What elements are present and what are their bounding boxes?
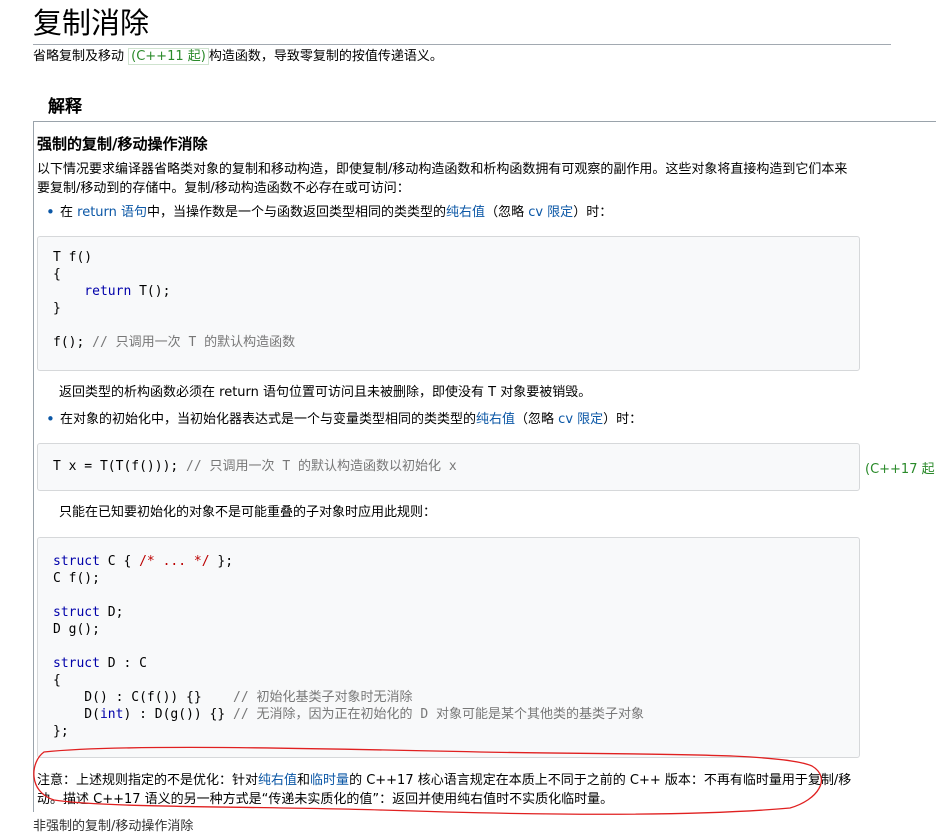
bottom-note-text-b: 和 xyxy=(297,773,311,788)
code3-l10-comment: // 无消除，因为正在初始化的 D 对象可能是某个其他类的基类子对象 xyxy=(233,707,644,722)
note-not-optimization: 注意：上述规则指定的不是优化：针对纯右值和临时量的 C++17 核心语言规定在本… xyxy=(37,771,857,809)
link-prvalue[interactable]: 纯右值 xyxy=(446,205,485,220)
page-title: 复制消除 xyxy=(33,4,891,45)
code3-l7-rest: D : C xyxy=(99,656,147,671)
code3-l7-keyword: struct xyxy=(53,656,100,671)
code3-l8: { xyxy=(53,673,61,688)
code1-line5-comment: // 只调用一次 T 的默认构造函数 xyxy=(84,335,296,350)
code2-comment: // 只调用一次 T 的默认构造函数以初始化 x xyxy=(178,459,457,474)
code1-line2: { xyxy=(53,267,61,282)
bullet-initialization: 在对象的初始化中，当初始化器表达式是一个与变量类型相同的类类型的纯右值（忽略 c… xyxy=(46,410,643,429)
code2-code: T x = T(T(f())); xyxy=(53,459,179,474)
code3-l1-comment: /* ... */ xyxy=(139,554,210,569)
code1-line3-rest: T(); xyxy=(131,284,171,299)
intro-paragraph: 以下情况要求编译器省略类对象的复制和移动构造，即使复制/移动构造函数和析构函数拥… xyxy=(37,162,848,196)
note-overlapping-subobject: 只能在已知要初始化的对象不是可能重叠的子对象时应用此规则： xyxy=(59,505,437,520)
bullet1-text-c: （忽略 xyxy=(485,205,529,220)
bullet1-text-b: 中，当操作数是一个与函数返回类型相同的类类型的 xyxy=(147,205,447,220)
code1-line1: T f() xyxy=(53,250,93,265)
cpp17-tag[interactable]: (C++17 起 xyxy=(865,458,935,477)
link-cv-qualifier-2[interactable]: cv 限定 xyxy=(558,412,603,427)
code3-l1-name: C { xyxy=(99,554,140,569)
bullet1-text-a: 在 xyxy=(60,205,78,220)
code3-l10-c: ) : D(g()) {} xyxy=(123,707,234,722)
bottom-note-text-a: 注意：上述规则指定的不是优化：针对 xyxy=(37,773,259,788)
code3-l10-a: D( xyxy=(53,707,100,722)
code-block-return[interactable]: T f() { return T(); } f(); // 只调用一次 T 的默… xyxy=(37,236,860,371)
link-temporary[interactable]: 临时量 xyxy=(310,773,349,788)
code3-l11: }; xyxy=(53,724,69,739)
code3-l4-keyword: struct xyxy=(53,605,100,620)
subtitle-text-before: 省略复制及移动 xyxy=(33,49,129,64)
heading-mandatory-elision: 强制的复制/移动操作消除 xyxy=(37,135,208,153)
code3-l1-keyword: struct xyxy=(53,554,100,569)
bullet2-text-c: ）时： xyxy=(603,412,643,427)
code1-line5-code: f(); xyxy=(53,335,85,350)
code3-l9-code: D() : C(f()) {} xyxy=(53,690,234,705)
bullet1-text-d: ）时： xyxy=(573,205,613,220)
link-prvalue-3[interactable]: 纯右值 xyxy=(258,773,297,788)
code3-l10-int: int xyxy=(99,707,124,722)
subtitle-text-after: 构造函数，导致零复制的按值传递语义。 xyxy=(208,49,443,64)
link-cv-qualifier[interactable]: cv 限定 xyxy=(528,205,573,220)
page-subtitle: 省略复制及移动 (C++11 起) 构造函数，导致零复制的按值传递语义。 xyxy=(33,48,443,66)
next-heading-partial: 非强制的复制/移动操作消除 xyxy=(33,819,194,834)
link-return-statement[interactable]: return 语句 xyxy=(77,205,147,220)
bullet2-text-a: 在对象的初始化中，当初始化器表达式是一个与变量类型相同的类类型的 xyxy=(60,412,477,427)
heading-explanation: 解释 xyxy=(48,97,82,117)
bullet-return-statement: 在 return 语句中，当操作数是一个与函数返回类型相同的类类型的纯右值（忽略… xyxy=(46,203,613,222)
code3-l2: C f(); xyxy=(53,571,100,586)
link-prvalue-2[interactable]: 纯右值 xyxy=(476,412,515,427)
code3-l4-rest: D; xyxy=(99,605,124,620)
code-block-struct[interactable]: struct C { /* ... */ }; C f(); struct D;… xyxy=(37,537,860,758)
code-block-init[interactable]: T x = T(T(f())); // 只调用一次 T 的默认构造函数以初始化 … xyxy=(37,443,860,491)
code3-l5: D g(); xyxy=(53,622,100,637)
code1-line4: } xyxy=(53,301,61,316)
bullet2-text-b: （忽略 xyxy=(515,412,559,427)
code3-l9-comment: // 初始化基类子对象时无消除 xyxy=(233,690,413,705)
code1-line3-keyword: return xyxy=(53,284,132,299)
cpp11-tag[interactable]: (C++11 起) xyxy=(128,48,209,65)
code3-l1-end: }; xyxy=(209,554,234,569)
note-destructor-accessible: 返回类型的析构函数必须在 return 语句位置可访问且未被删除，即使没有 T … xyxy=(59,385,592,400)
